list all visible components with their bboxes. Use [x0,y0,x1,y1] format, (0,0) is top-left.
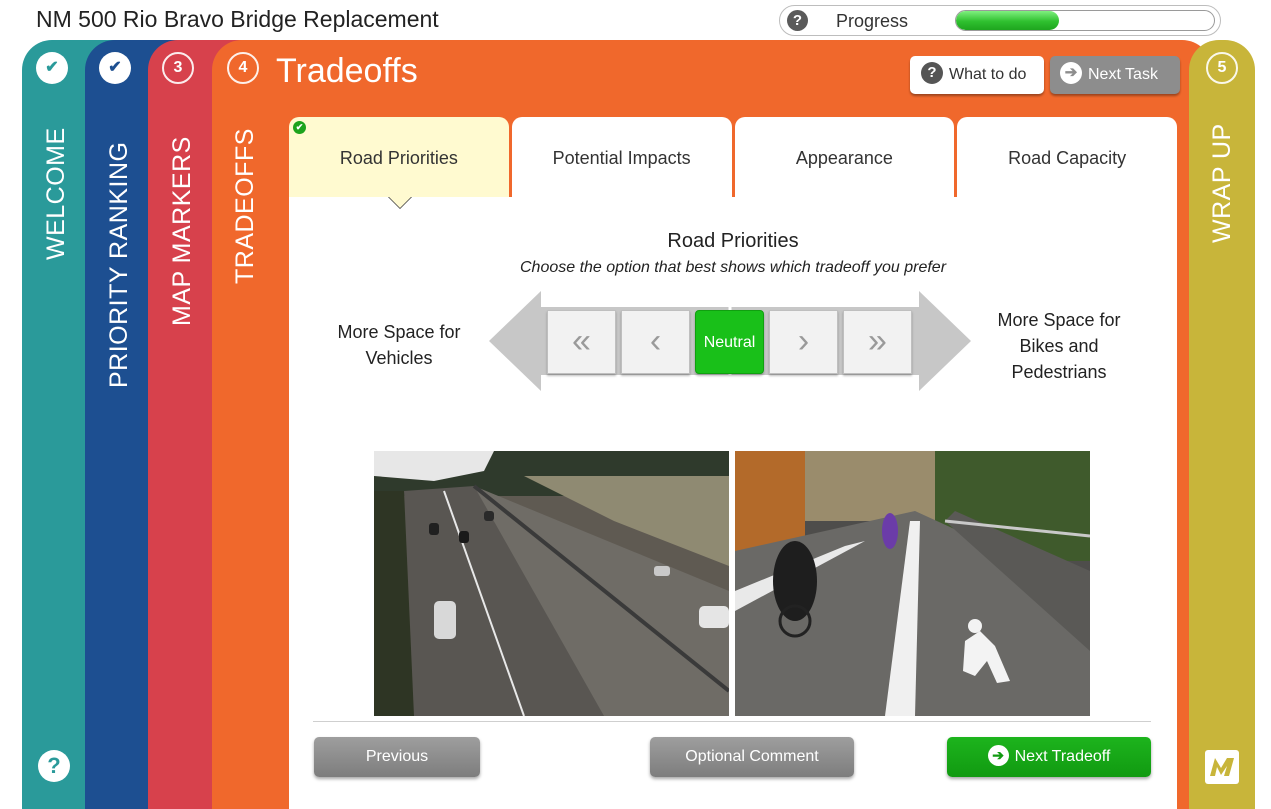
scale-bikes-button[interactable]: › [769,310,838,374]
question-subtitle: Choose the option that best shows which … [519,259,947,276]
checkmark-icon: ✔ [108,59,122,76]
tradeoff-content: ✔ Road Priorities Potential Impacts Appe… [289,117,1177,809]
tab-label: Appearance [795,148,893,168]
logo-icon [1210,758,1234,776]
tab-appearance[interactable]: Appearance [734,117,955,197]
next-task-label: Next Task [1088,66,1158,83]
next-tradeoff-button[interactable]: ➔ Next Tradeoff [947,737,1151,777]
step-panel-tradeoffs: 4 TRADEOFFS Tradeoffs ? What to do ➔ Next … [212,40,1212,809]
bikes-pedestrians-photo [735,451,1090,716]
progress-label: Progress [836,11,909,31]
arrow-right-icon: ➔ [1060,62,1082,85]
footer-divider [313,721,1151,722]
scale-vehicles-button[interactable]: ‹ [621,310,690,374]
tab-potential-impacts[interactable]: Potential Impacts [511,117,732,197]
step-panel-wrap-up[interactable]: 5 WRAP UP [1189,40,1255,809]
step-badge-map-markers: 3 [162,52,194,84]
progress-widget: ? Progress [779,5,1221,36]
step-label-map-markers: MAP MARKERS [168,136,196,326]
next-tradeoff-label: Next Tradeoff [1014,748,1111,765]
next-task-button[interactable]: ➔ Next Task [1050,56,1180,94]
step-label-priority-ranking: PRIORITY RANKING [105,141,133,388]
tradeoff-tabs: ✔ Road Priorities Potential Impacts Appe… [289,117,1177,197]
tab-road-priorities[interactable]: ✔ Road Priorities [289,117,509,197]
app-root: NM 500 Rio Bravo Bridge Replacement ? Pr… [0,0,1271,809]
step-label-welcome: WELCOME [42,127,70,260]
what-to-do-button[interactable]: ? What to do [910,56,1044,94]
left-option-label: More Space for Vehicles [337,322,461,368]
vehicles-photo [374,451,729,716]
help-icon: ? [921,62,943,85]
progress-bar-fill [956,11,1060,30]
help-icon[interactable]: ? [38,750,70,782]
page-title: Tradeoffs [276,52,418,90]
step-label-wrap-up: WRAP UP [1208,123,1236,243]
progress-help-icon[interactable]: ? [787,10,808,31]
previous-button[interactable]: Previous [314,737,480,777]
step-badge-welcome: ✔ [36,52,68,84]
progress-bar [955,10,1215,31]
tab-pointer [389,197,411,208]
step-label-tradeoffs: TRADEOFFS [231,128,259,284]
what-to-do-label: What to do [949,66,1027,83]
question-title: Road Priorities [667,230,799,252]
tab-label: Road Capacity [1008,148,1127,168]
tab-label: Potential Impacts [552,148,691,168]
checkmark-icon: ✔ [45,59,59,76]
step-badge-tradeoffs: 4 [227,52,259,84]
scale-strongly-vehicles-button[interactable]: « [547,310,616,374]
brand-logo [1205,750,1239,784]
arrow-right-icon: ➔ [987,744,1009,766]
scale-strongly-bikes-button[interactable]: » [843,310,912,374]
optional-comment-button[interactable]: Optional Comment [650,737,854,777]
scale-neutral-button[interactable]: Neutral [695,310,764,374]
check-circle-icon: ✔ [293,121,306,134]
step-badge-wrap-up: 5 [1206,52,1238,84]
tab-label: Road Priorities [339,148,458,168]
right-option-label: More Space for Bikes and Pedestrians [997,310,1121,382]
tab-road-capacity[interactable]: Road Capacity [957,117,1177,197]
app-title: NM 500 Rio Bravo Bridge Replacement [36,6,439,32]
step-badge-priority-ranking: ✔ [99,52,131,84]
